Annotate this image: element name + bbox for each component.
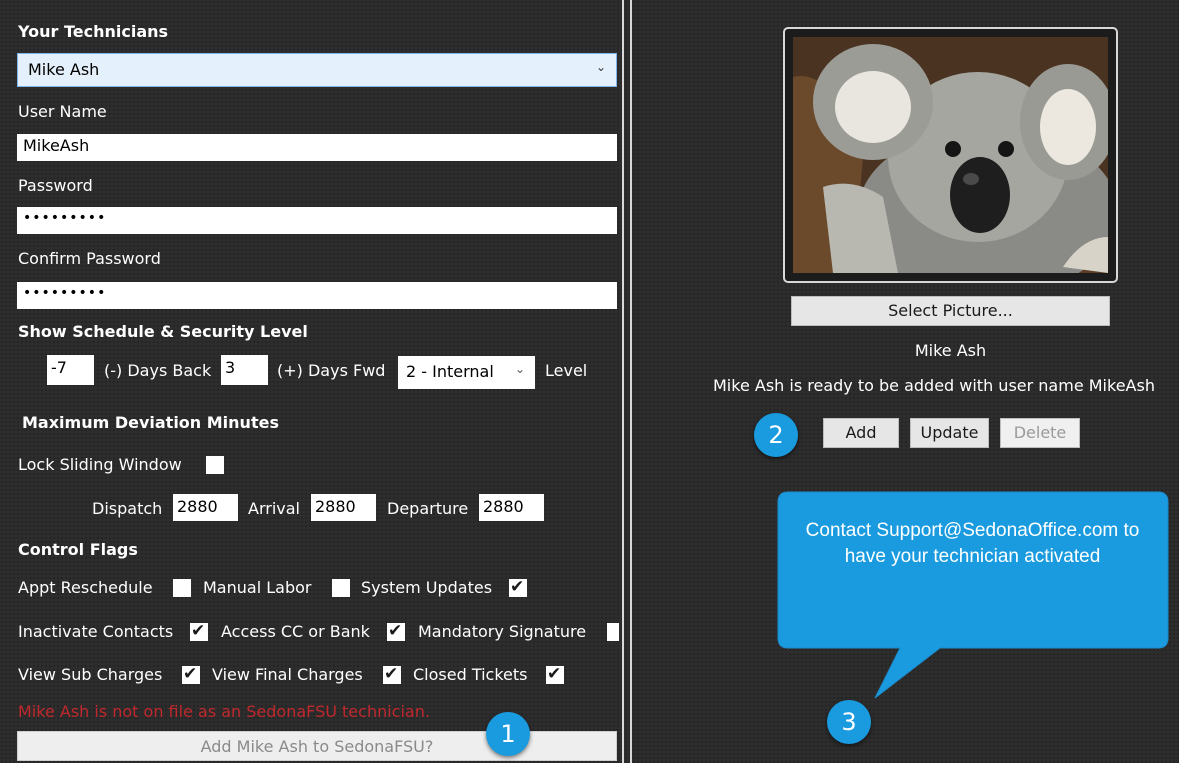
callout-tooltip-text: Contact Support@SedonaOffice.com to have… [805, 520, 1140, 567]
access-cc-bank-checkbox[interactable]: ✔ [387, 621, 405, 641]
system-updates-checkbox[interactable]: ✔ [509, 577, 527, 597]
dispatch-input[interactable]: 2880 [173, 494, 238, 521]
delete-button[interactable]: Delete [1000, 418, 1080, 448]
checkmark-icon: ✔ [183, 664, 198, 684]
manual-labor-label: Manual Labor [203, 578, 312, 597]
technician-select[interactable]: Mike Ash ⌄ [17, 53, 617, 87]
days-fwd-input[interactable]: 3 [221, 355, 268, 385]
callout-badge-3: 3 [827, 700, 871, 744]
deviation-heading: Maximum Deviation Minutes [22, 413, 279, 432]
view-final-charges-checkbox[interactable]: ✔ [383, 664, 401, 684]
appt-reschedule-checkbox[interactable] [173, 579, 191, 597]
lock-window-label: Lock Sliding Window [18, 455, 182, 474]
dispatch-label: Dispatch [92, 499, 163, 518]
schedule-heading: Show Schedule & Security Level [18, 322, 308, 341]
security-level-select[interactable]: 2 - Internal ⌄ [398, 356, 535, 389]
password-field[interactable]: ••••••••• [17, 207, 617, 234]
manual-labor-checkbox[interactable] [332, 579, 350, 597]
inactivate-contacts-label: Inactivate Contacts [18, 622, 174, 641]
days-fwd-label: (+) Days Fwd [277, 361, 386, 380]
access-cc-bank-label: Access CC or Bank [221, 622, 370, 641]
koala-photo-icon [793, 37, 1108, 273]
add-button[interactable]: Add [823, 418, 899, 448]
mandatory-signature-checkbox[interactable] [607, 623, 619, 641]
password-label: Password [18, 176, 93, 195]
view-sub-charges-label: View Sub Charges [18, 665, 163, 684]
closed-tickets-checkbox[interactable]: ✔ [546, 664, 564, 684]
callout-badge-1: 1 [486, 712, 530, 756]
control-flags-heading: Control Flags [18, 540, 138, 559]
level-label: Level [545, 361, 588, 380]
view-sub-charges-checkbox[interactable]: ✔ [182, 664, 200, 684]
username-field[interactable]: MikeAsh [17, 134, 617, 161]
departure-input[interactable]: 2880 [479, 494, 544, 521]
mandatory-signature-label: Mandatory Signature [418, 622, 587, 641]
chevron-down-icon: ⌄ [595, 60, 606, 74]
technician-select-value: Mike Ash [28, 60, 100, 79]
checkmark-icon: ✔ [191, 621, 206, 641]
username-label: User Name [18, 102, 107, 121]
profile-name: Mike Ash [914, 341, 987, 360]
panel-divider [622, 0, 632, 763]
lock-window-checkbox[interactable] [206, 456, 224, 474]
system-updates-label: System Updates [361, 578, 493, 597]
section-title-technicians: Your Technicians [18, 22, 169, 41]
technician-setup-screen: { "form": { "section_title": "Your Techn… [0, 0, 1179, 763]
arrival-label: Arrival [248, 499, 300, 518]
callout-badge-2: 2 [754, 413, 798, 457]
update-button[interactable]: Update [910, 418, 989, 448]
arrival-input[interactable]: 2880 [311, 494, 376, 521]
select-picture-button[interactable]: Select Picture... [791, 296, 1110, 326]
confirm-password-field[interactable]: ••••••••• [17, 282, 617, 309]
profile-status-message: Mike Ash is ready to be added with user … [713, 376, 1155, 395]
days-back-input[interactable]: -7 [47, 355, 94, 385]
checkmark-icon: ✔ [510, 577, 525, 597]
error-message: Mike Ash is not on file as an SedonaFSU … [18, 702, 430, 721]
inactivate-contacts-checkbox[interactable]: ✔ [190, 621, 208, 641]
chevron-down-icon: ⌄ [514, 362, 525, 376]
days-back-label: (-) Days Back [104, 361, 212, 380]
technician-photo-frame [783, 27, 1118, 283]
security-level-value: 2 - Internal [406, 362, 494, 381]
technician-photo [793, 37, 1108, 273]
appt-reschedule-label: Appt Reschedule [18, 578, 153, 597]
departure-label: Departure [387, 499, 469, 518]
checkmark-icon: ✔ [384, 664, 399, 684]
closed-tickets-label: Closed Tickets [413, 665, 528, 684]
checkmark-icon: ✔ [388, 621, 403, 641]
confirm-password-label: Confirm Password [18, 249, 161, 268]
view-final-charges-label: View Final Charges [212, 665, 363, 684]
checkmark-icon: ✔ [547, 664, 562, 684]
